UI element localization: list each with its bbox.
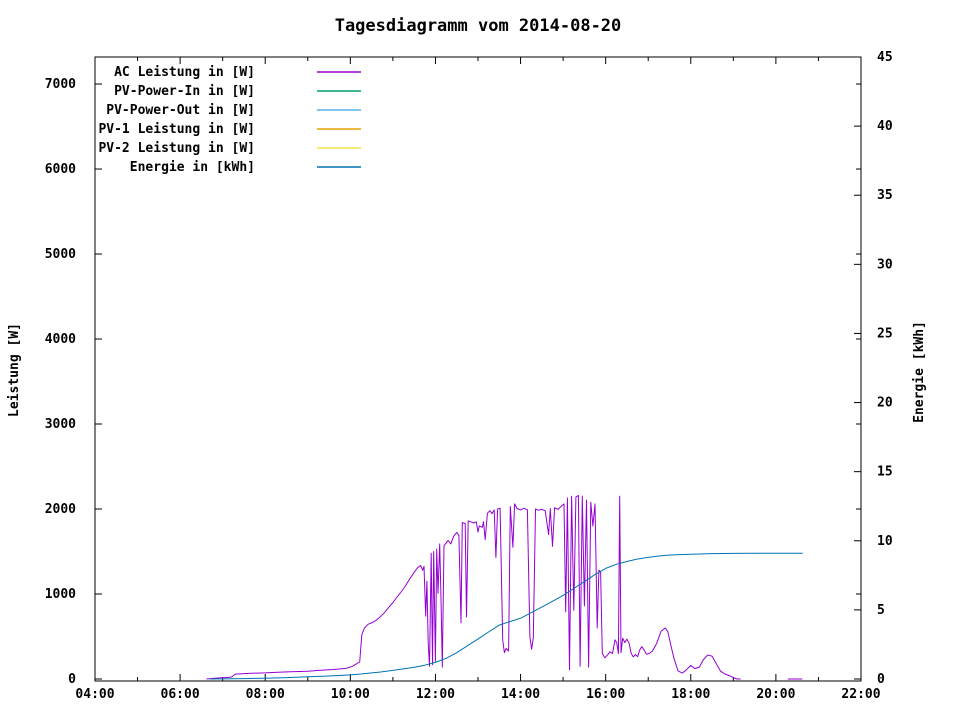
x-tick-label: 20:00 bbox=[756, 687, 795, 702]
plot-area: Tagesdiagramm vom 2014-08-20 Leistung [W… bbox=[0, 0, 960, 720]
chart-title: Tagesdiagramm vom 2014-08-20 bbox=[335, 16, 622, 36]
right-tick-label: 35 bbox=[877, 188, 893, 203]
x-tick-label: 12:00 bbox=[416, 687, 455, 702]
right-tick-label: 30 bbox=[877, 257, 893, 272]
right-axis-title: Energie [kWh] bbox=[912, 321, 927, 423]
right-tick-label: 0 bbox=[877, 672, 885, 687]
x-tick-label: 08:00 bbox=[246, 687, 285, 702]
x-tick-label: 04:00 bbox=[75, 687, 114, 702]
left-tick-label: 3000 bbox=[45, 417, 76, 432]
left-axis-title: Leistung [W] bbox=[7, 323, 22, 417]
x-tick-label: 14:00 bbox=[501, 687, 540, 702]
legend-label-pv-power-out: PV-Power-Out in [W] bbox=[106, 103, 255, 118]
series-line-ac-leistung bbox=[207, 495, 741, 679]
plot-generated: 04:00 06:00 08:00 10:00 12:00 14:00 16:00 18:00… bbox=[45, 50, 893, 702]
x-tick-label: 10:00 bbox=[331, 687, 370, 702]
left-tick-label: 6000 bbox=[45, 162, 76, 177]
x-tick-label: 18:00 bbox=[671, 687, 710, 702]
legend-label-pv-power-in: PV-Power-In in [W] bbox=[114, 84, 255, 99]
x-tick-label: 06:00 bbox=[161, 687, 200, 702]
right-tick-label: 10 bbox=[877, 534, 893, 549]
left-tick-label: 4000 bbox=[45, 332, 76, 347]
right-tick-label: 15 bbox=[877, 465, 893, 480]
legend-label-ac-leistung: AC Leistung in [W] bbox=[114, 65, 255, 80]
legend-label-energie: Energie in [kWh] bbox=[130, 160, 255, 175]
right-tick-label: 5 bbox=[877, 603, 885, 618]
right-tick-label: 20 bbox=[877, 396, 893, 411]
right-tick-label: 45 bbox=[877, 50, 893, 65]
left-tick-label: 5000 bbox=[45, 247, 76, 262]
right-tick-label: 40 bbox=[877, 119, 893, 134]
legend-label-pv1-leistung: PV-1 Leistung in [W] bbox=[98, 122, 255, 137]
left-tick-label: 2000 bbox=[45, 502, 76, 517]
chart-canvas: Tagesdiagramm vom 2014-08-20 Leistung [W… bbox=[0, 0, 960, 720]
left-tick-label: 7000 bbox=[45, 77, 76, 92]
x-tick-label: 22:00 bbox=[841, 687, 880, 702]
left-tick-label: 0 bbox=[68, 672, 76, 687]
left-tick-label: 1000 bbox=[45, 587, 76, 602]
legend-label-pv2-leistung: PV-2 Leistung in [W] bbox=[98, 141, 255, 156]
x-tick-label: 16:00 bbox=[586, 687, 625, 702]
right-tick-label: 25 bbox=[877, 326, 893, 341]
